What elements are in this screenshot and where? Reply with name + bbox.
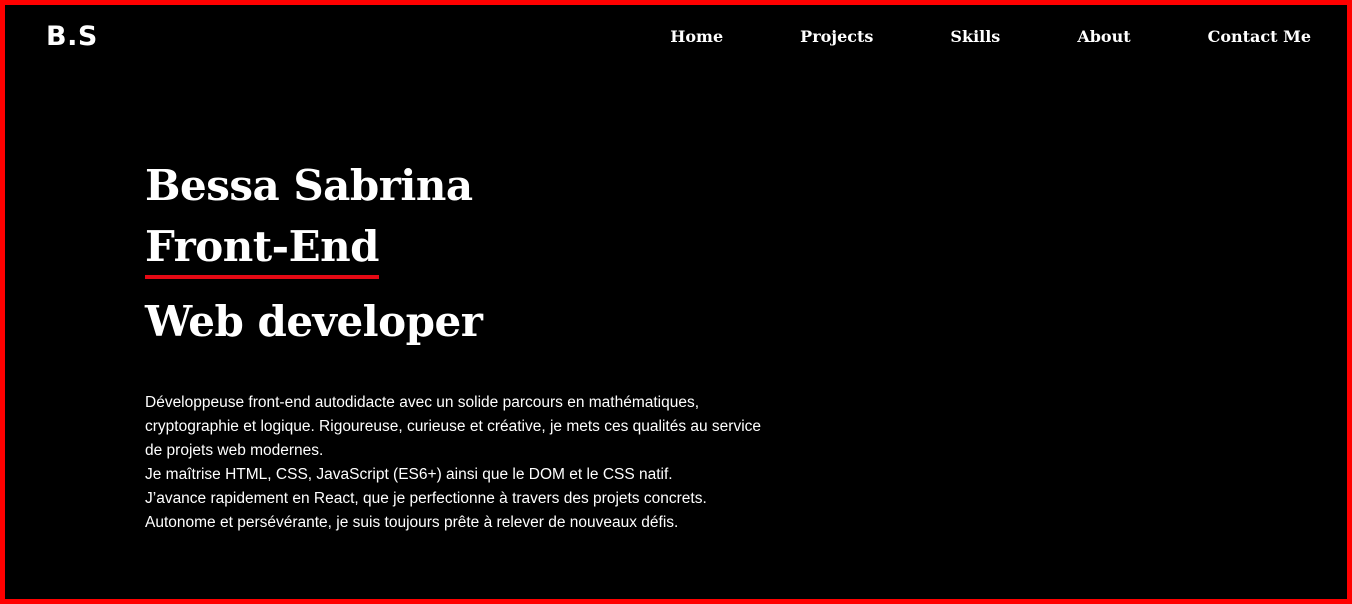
- page-frame: B.S Home Projects Skills About Contact M…: [0, 0, 1352, 604]
- about-paragraph-skills: Je maîtrise HTML, CSS, JavaScript (ES6+)…: [145, 466, 673, 483]
- hero-section: Bessa Sabrina Front-End Web developer: [145, 153, 483, 355]
- nav-link-skills[interactable]: Skills: [950, 27, 1000, 46]
- about-description: Développeuse front-end autodidacte avec …: [145, 391, 775, 535]
- hero-role-highlight: Front-End: [145, 219, 380, 279]
- about-paragraph-intro: Développeuse front-end autodidacte avec …: [145, 394, 762, 459]
- hero-name: Bessa Sabrina: [145, 161, 473, 210]
- nav-link-about[interactable]: About: [1077, 27, 1130, 46]
- nav-link-projects[interactable]: Projects: [800, 27, 873, 46]
- hero-role: Web developer: [145, 297, 483, 346]
- about-paragraph-closing: Autonome et persévérante, je suis toujou…: [145, 514, 679, 531]
- logo[interactable]: B.S: [46, 21, 98, 52]
- nav-link-home[interactable]: Home: [670, 27, 723, 46]
- about-paragraph-react: J’avance rapidement en React, que je per…: [145, 490, 707, 507]
- main-nav: Home Projects Skills About Contact Me: [670, 27, 1311, 46]
- nav-link-contact[interactable]: Contact Me: [1208, 27, 1311, 46]
